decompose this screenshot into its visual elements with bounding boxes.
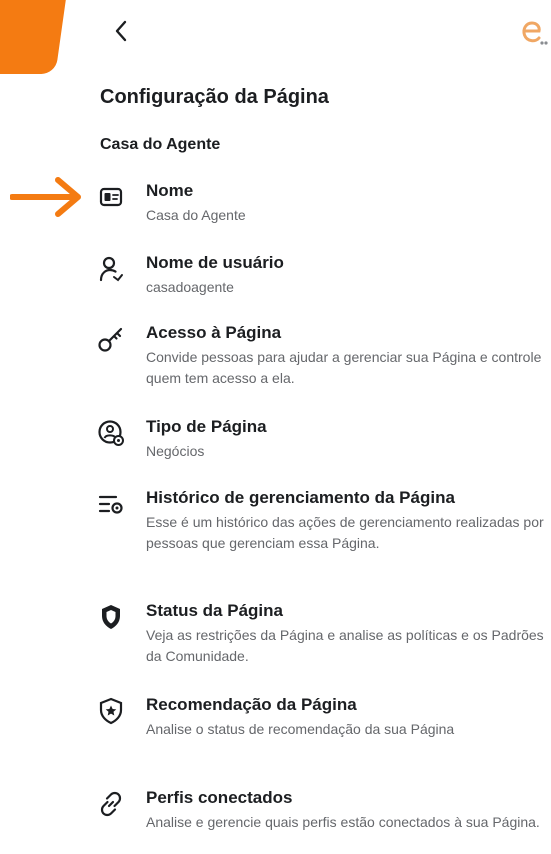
id-card-icon (96, 182, 126, 212)
item-description: Analise e gerencie quais perfis estão co… (146, 814, 540, 830)
item-label: Recomendação da Página (146, 695, 357, 714)
item-description: Veja as restrições da Página e analise a… (146, 627, 544, 664)
settings-item-tipo-de-pagina[interactable]: Tipo de Página Negócios (96, 416, 546, 462)
orange-corner-tab (0, 0, 69, 74)
item-description: Convide pessoas para ajudar a gerenciar … (146, 349, 542, 386)
item-description: Analise o status de recomendação da sua … (146, 721, 455, 737)
item-description: Esse é um histórico das ações de gerenci… (146, 514, 544, 551)
item-label: Acesso à Página (146, 323, 282, 342)
item-label: Tipo de Página (146, 417, 267, 436)
item-description: Casa do Agente (146, 207, 246, 223)
settings-item-recomendacao[interactable]: Recomendação da Página Analise o status … (96, 694, 546, 740)
item-label: Nome de usuário (146, 253, 284, 272)
section-title: Casa do Agente (100, 136, 221, 153)
item-label: Status da Página (146, 601, 283, 620)
key-icon (96, 324, 126, 354)
settings-item-historico[interactable]: Histórico de gerenciamento da Página Ess… (96, 487, 546, 554)
settings-item-status[interactable]: Status da Página Veja as restrições da P… (96, 600, 546, 667)
user-icon (96, 254, 126, 284)
star-shield-icon (96, 696, 126, 726)
page-title: Configuração da Página (100, 86, 329, 108)
shield-icon (96, 602, 126, 632)
history-list-icon (96, 489, 126, 519)
e-logo-icon (522, 21, 548, 45)
settings-item-nome-de-usuario[interactable]: Nome de usuário casadoagente (96, 252, 546, 298)
page-settings-screen: Configuração da Página Casa do Agente No… (0, 0, 551, 854)
item-description: casadoagente (146, 279, 234, 295)
item-label: Histórico de gerenciamento da Página (146, 488, 455, 507)
item-description: Negócios (146, 443, 205, 459)
settings-item-acesso-a-pagina[interactable]: Acesso à Página Convide pessoas para aju… (96, 322, 546, 389)
back-button[interactable] (106, 14, 136, 48)
item-label: Perfis conectados (146, 788, 293, 807)
chevron-left-icon (115, 20, 127, 42)
arrow-right-icon (10, 177, 81, 217)
settings-item-nome[interactable]: Nome Casa do Agente (96, 180, 546, 226)
link-icon (96, 789, 126, 819)
page-type-icon (96, 418, 126, 448)
settings-item-perfis-conectados[interactable]: Perfis conectados Analise e gerencie qua… (96, 787, 546, 833)
item-label: Nome (146, 181, 194, 200)
